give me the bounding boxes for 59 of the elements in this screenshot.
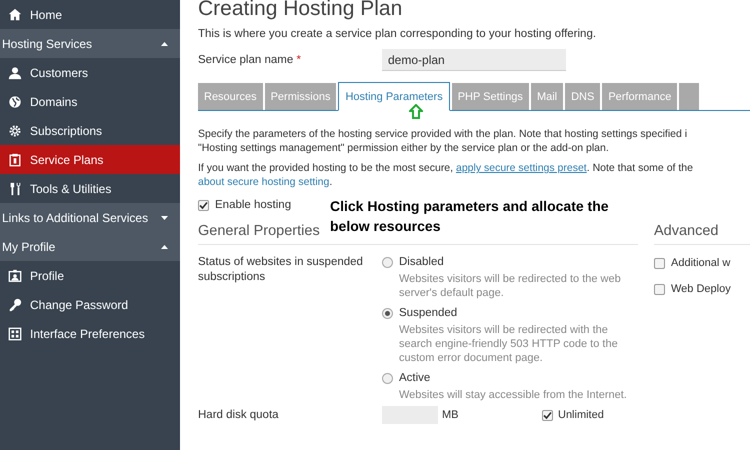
gear-icon (8, 124, 22, 138)
intro-text: Specify the parameters of the hosting service provided with the plan. Note that hosting settings specified i (198, 127, 688, 142)
globe-icon (8, 94, 22, 108)
intro-text: "Hosting settings management" permission either by the service plan or the add-on plan. (198, 141, 610, 156)
sidebar-item[interactable]: Change Password (0, 290, 180, 319)
sidebar-section[interactable]: Links to Additional Services (0, 203, 180, 232)
radio-label: Suspended (399, 306, 458, 322)
tab-stub (679, 83, 700, 110)
secure-preset-link[interactable]: apply secure settings preset (456, 162, 587, 174)
page-title: Creating Hosting Plan (198, 0, 404, 20)
option-description: Websites will stay accessible from the Internet. (399, 388, 627, 402)
option-description: Websites visitors will be redirected to the web server's default page. (399, 272, 622, 300)
profile-card-icon (8, 268, 22, 282)
sidebar-item[interactable]: Profile (0, 261, 180, 290)
secure-hosting-link[interactable]: about secure hosting setting (198, 176, 330, 188)
section-heading: Advanced (654, 220, 750, 246)
checkbox[interactable] (542, 410, 553, 421)
unit-label: MB (442, 408, 460, 423)
checkbox[interactable] (654, 284, 665, 294)
user-icon (8, 66, 22, 80)
security-note-end: about secure hosting setting. (198, 175, 334, 190)
radio-button[interactable] (382, 373, 393, 384)
sidebar-item[interactable]: Tools & Utilities (0, 174, 180, 203)
field-label: Service plan name * (198, 52, 302, 68)
clipboard-icon (8, 152, 22, 166)
checkbox-label: Web Deploy (671, 282, 731, 297)
field-label: Hard disk quota (198, 408, 280, 423)
checkbox-label: Additional w (671, 256, 730, 272)
up-arrow-icon (409, 104, 423, 119)
security-note: If you want the provided hosting to be the most secure, apply secure settings preset. Note that some of the (198, 161, 694, 176)
page-description: This is where you create a service plan corresponding to your hosting offering. (198, 27, 598, 42)
checkbox-label: Enable hosting (215, 198, 292, 214)
annotation-text: Click Hosting parameters and allocate the below resources (330, 197, 610, 236)
option-description: Websites visitors will be redirected with the search engine-friendly 503 HTTP code to the custom error document page. (399, 323, 619, 366)
collapse-caret-icon (161, 42, 168, 46)
sidebar-item[interactable]: Domains (0, 87, 180, 116)
radio-label: Active (399, 371, 432, 386)
radio-button[interactable] (382, 308, 393, 320)
field-label: Status of websites in suspended subscriptions (198, 255, 364, 286)
sidebar-section[interactable]: My Profile (0, 232, 180, 261)
checkbox[interactable] (654, 258, 665, 269)
radio-label: Disabled (399, 255, 445, 270)
tab[interactable]: Hosting Parameters (338, 82, 450, 112)
home-icon (8, 8, 22, 22)
sidebar-item[interactable]: Interface Preferences (0, 319, 180, 348)
radio-button[interactable] (382, 257, 393, 268)
grid-icon (8, 326, 22, 340)
plan-name-field[interactable]: demo-plan (382, 49, 566, 72)
sidebar-item[interactable]: Subscriptions (0, 116, 180, 145)
expand-caret-icon (161, 216, 168, 220)
sidebar-item[interactable]: Customers (0, 58, 180, 87)
checkbox-label: Unlimited (558, 408, 604, 423)
collapse-caret-icon (161, 244, 168, 248)
sidebar-section[interactable]: Hosting Services (0, 29, 180, 58)
key-icon (8, 298, 22, 312)
sidebar-item[interactable]: Home (0, 0, 180, 29)
sidebar-item[interactable]: Service Plans (0, 145, 180, 174)
tools-icon (8, 182, 22, 196)
checkbox[interactable] (198, 200, 209, 212)
